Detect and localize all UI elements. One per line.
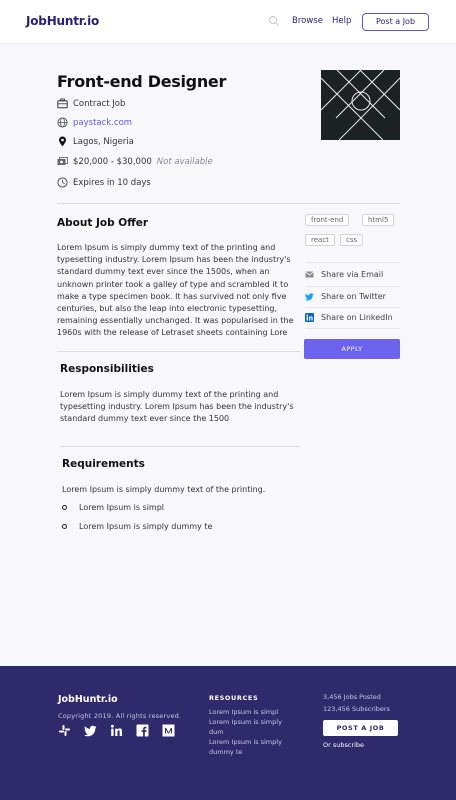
job-title: Front-end Designer	[57, 72, 227, 91]
company-logo	[321, 70, 400, 140]
slack-icon[interactable]	[58, 724, 71, 737]
bullet-icon	[62, 524, 67, 529]
tag-html5[interactable]: html5	[362, 214, 395, 226]
site-logo[interactable]: JobHuntr.io	[26, 14, 99, 28]
company-website-link[interactable]: paystack.com	[73, 118, 132, 128]
nav-help-link[interactable]: Help	[332, 16, 351, 26]
share-twitter-link[interactable]: Share on Twitter	[305, 286, 400, 307]
job-type: Contract Job	[73, 98, 126, 109]
nav-browse-link[interactable]: Browse	[292, 16, 323, 26]
job-location-row: Lagos, Nigeria	[57, 136, 134, 147]
job-expiry: Expires in 10 days	[73, 177, 151, 188]
job-expiry-row: Expires in 10 days	[57, 177, 151, 188]
tag-react[interactable]: react	[305, 234, 335, 246]
list-item: Lorem Ipsum is simpl	[62, 503, 164, 512]
about-divider	[57, 351, 300, 352]
apply-button[interactable]: APPLY	[304, 339, 400, 359]
bullet-icon	[62, 505, 67, 510]
location-pin-icon	[59, 136, 66, 147]
twitter-icon[interactable]	[84, 724, 97, 737]
clock-icon	[57, 177, 68, 188]
resource-link[interactable]: Lorem Ipsum is simply dum	[209, 718, 299, 737]
responsibilities-text: Lorem Ipsum is simply dummy text of the …	[60, 390, 294, 424]
footer-copyright: Copyright 2019. All rights reserved.	[58, 712, 182, 720]
share-divider	[305, 328, 400, 329]
requirements-heading: Requirements	[62, 458, 145, 470]
salary-note: Not available	[156, 156, 213, 167]
about-heading: About Job Offer	[57, 217, 149, 229]
resource-link[interactable]: Lorem Ipsum is simpl	[209, 708, 299, 718]
linkedin-icon	[305, 313, 314, 322]
tag-front-end[interactable]: front-end	[305, 214, 350, 226]
resources-heading: RESOURCES	[209, 694, 259, 702]
footer: JobHuntr.io Copyright 2019. All rights r…	[0, 666, 456, 800]
footer-post-job-button[interactable]: POST A JOB	[323, 720, 398, 736]
header-divider	[57, 203, 400, 204]
money-icon	[57, 157, 68, 165]
mail-icon	[305, 271, 314, 278]
share-email-link[interactable]: Share via Email	[305, 264, 400, 285]
twitter-icon	[305, 293, 314, 301]
job-salary-row: $20,000 - $30,000 Not available	[57, 156, 213, 167]
post-job-button[interactable]: Post a Job	[362, 13, 429, 31]
facebook-icon[interactable]	[136, 724, 149, 737]
tag-css[interactable]: css	[340, 234, 364, 246]
about-text: Lorem Ipsum is simply dummy text of the …	[57, 243, 294, 338]
jobs-posted-count: 3,456 Jobs Posted	[323, 693, 381, 701]
footer-logo[interactable]: JobHuntr.io	[58, 694, 118, 705]
briefcase-icon	[57, 98, 68, 109]
job-website-row: paystack.com	[57, 117, 132, 128]
linkedin-icon[interactable]	[110, 724, 123, 737]
share-linkedin-link[interactable]: Share on LinkedIn	[305, 307, 400, 328]
globe-icon	[57, 117, 68, 128]
job-location: Lagos, Nigeria	[73, 136, 134, 147]
search-icon[interactable]	[268, 15, 280, 27]
job-salary: $20,000 - $30,000	[73, 156, 152, 167]
requirements-intro: Lorem Ipsum is simply dummy text of the …	[62, 485, 266, 494]
subscribe-link[interactable]: Or subscribe	[323, 741, 364, 749]
responsibilities-heading: Responsibilities	[60, 363, 154, 375]
share-divider	[305, 262, 400, 263]
responsibilities-divider	[60, 446, 300, 447]
job-type-row: Contract Job	[57, 98, 125, 109]
top-navbar: JobHuntr.io Browse Help Post a Job	[0, 0, 456, 44]
resource-link[interactable]: Lorem Ipsum is simply dummy te	[209, 738, 299, 757]
subscribers-count: 123,456 Subscribers	[323, 705, 390, 713]
list-item: Lorem Ipsum is simply dummy te	[62, 522, 212, 531]
medium-icon[interactable]	[162, 724, 175, 737]
